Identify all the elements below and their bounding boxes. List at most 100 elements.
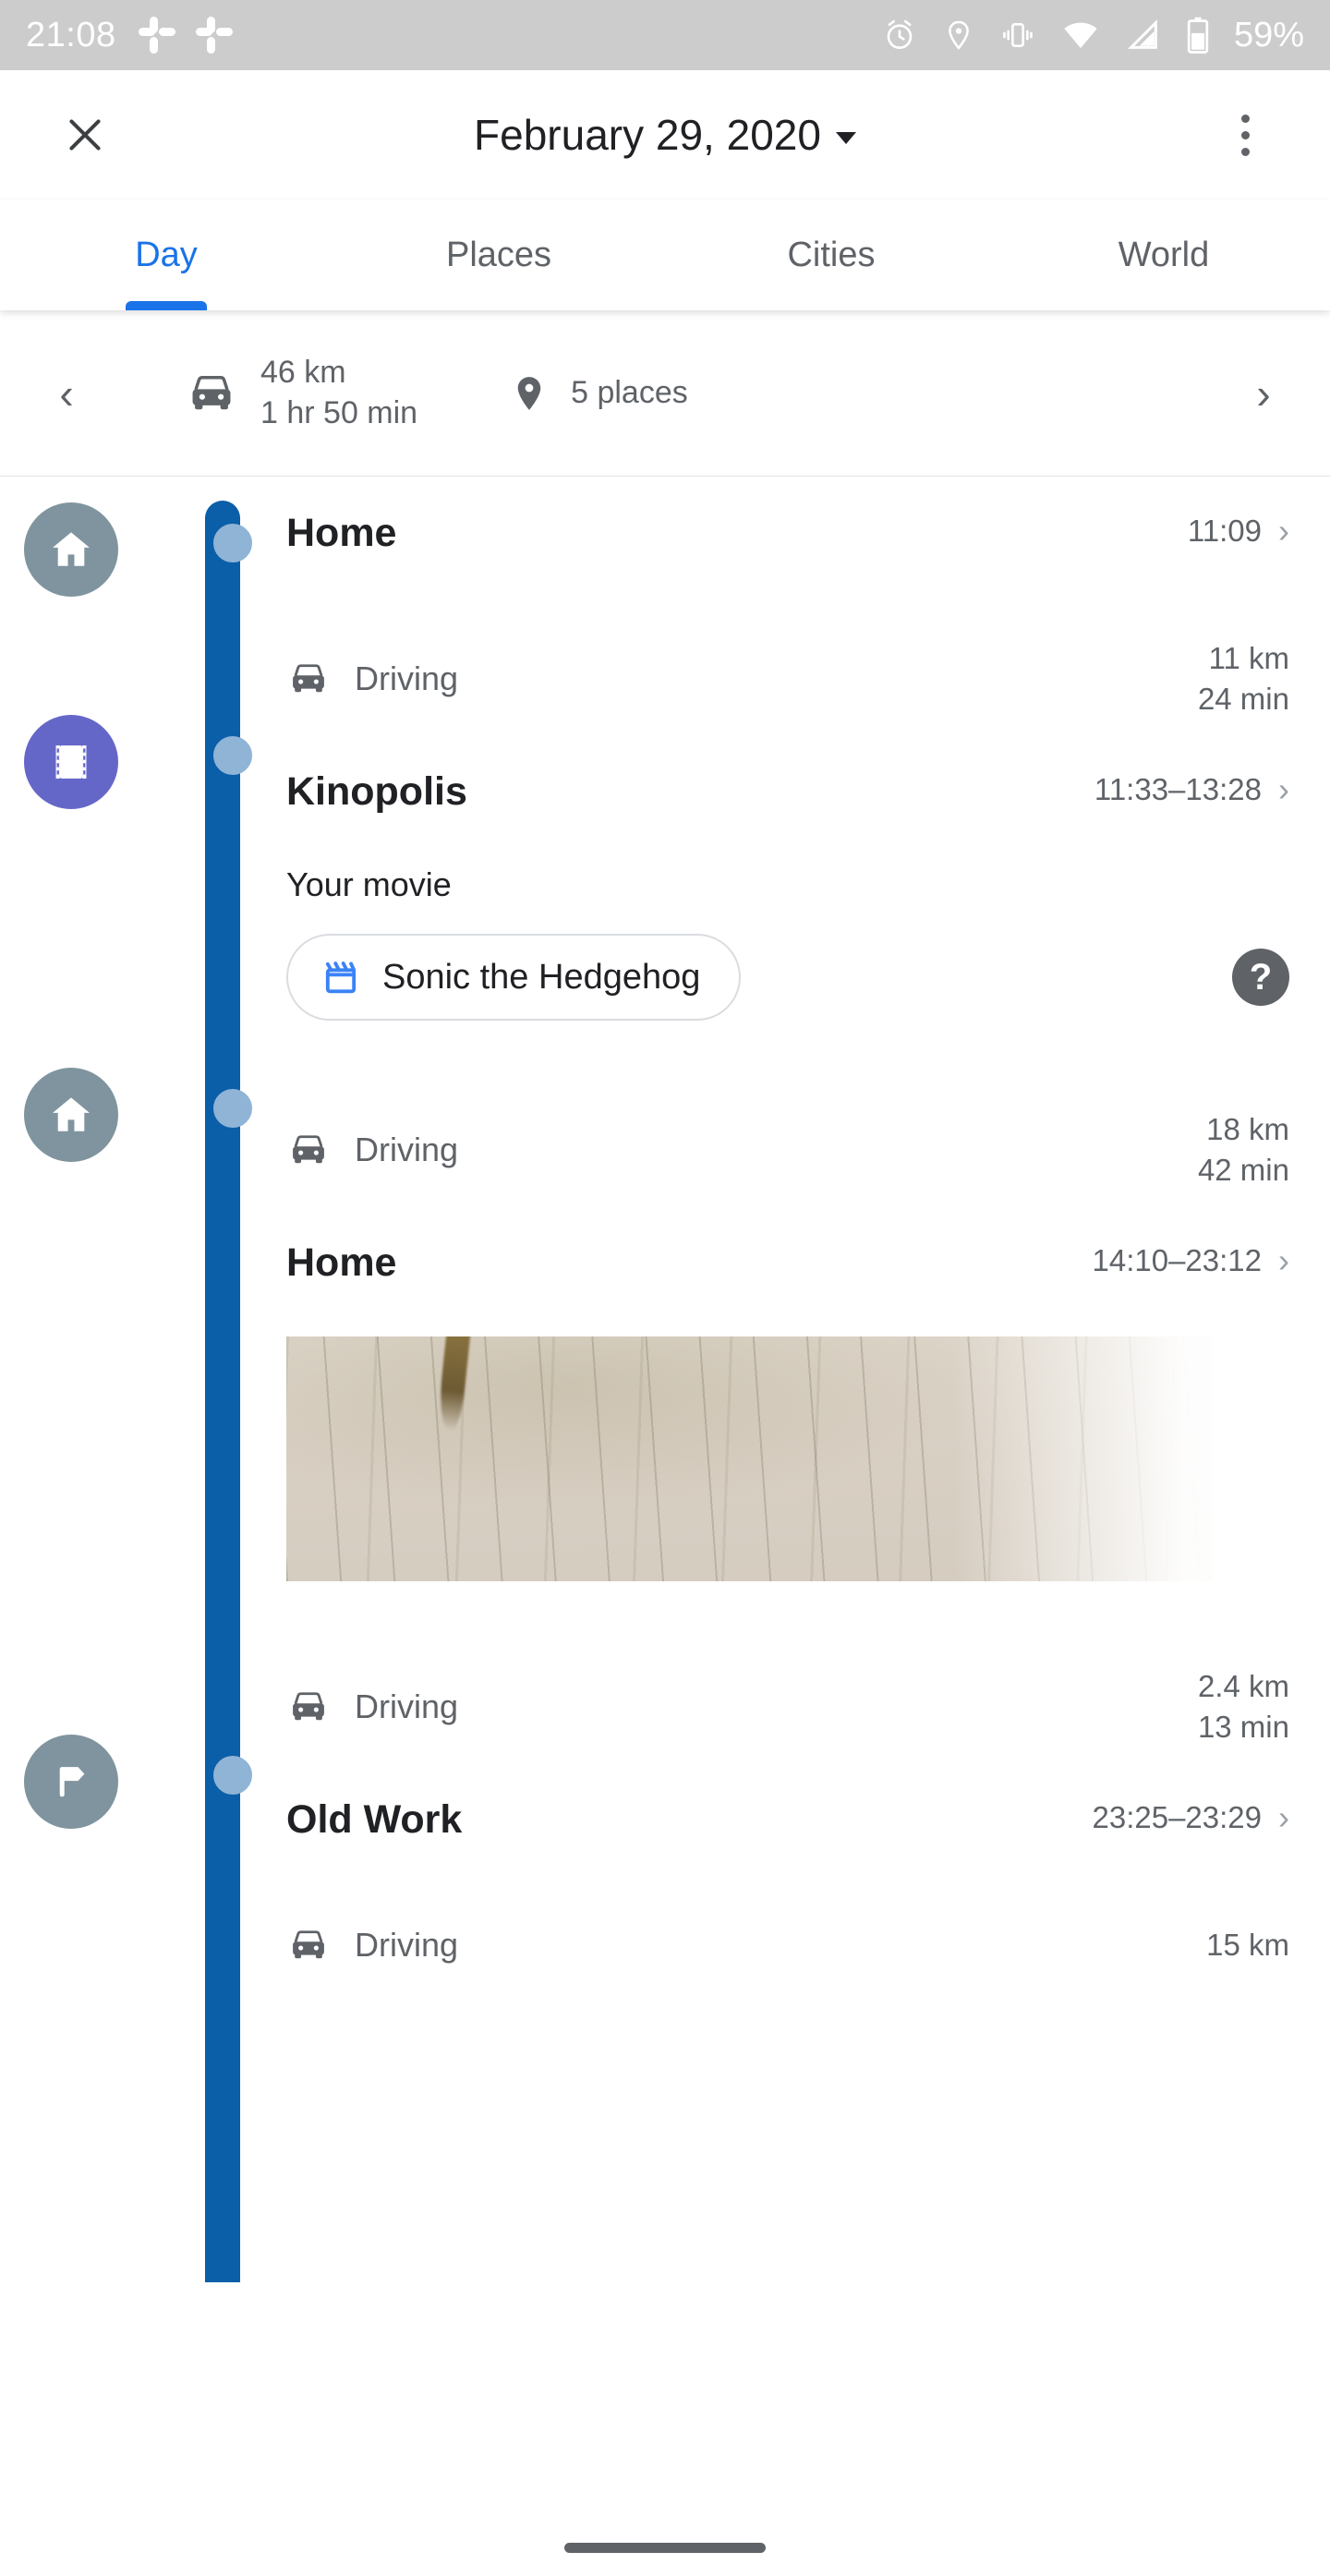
place-meta: 11:09 › xyxy=(1188,514,1289,549)
timeline-node xyxy=(213,1089,252,1128)
overflow-menu-icon xyxy=(1241,115,1250,156)
place-name: Old Work xyxy=(286,1800,462,1840)
close-button[interactable] xyxy=(52,102,118,168)
summary-distance-group: 46 km 1 hr 50 min xyxy=(185,353,417,433)
system-navigation-bar xyxy=(0,2519,1330,2576)
movie-chip-row: Sonic the Hedgehog ? xyxy=(0,904,1330,1021)
place-photo-strip xyxy=(0,1283,1330,1581)
summary-distance-duration: 46 km 1 hr 50 min xyxy=(260,353,417,433)
tab-bar: Day Places Cities World xyxy=(0,200,1330,310)
summary-distance: 46 km xyxy=(260,353,417,393)
place-name: Kinopolis xyxy=(286,772,467,812)
slack-notification-icon xyxy=(196,17,233,54)
alarm-icon xyxy=(881,17,918,54)
next-day-button[interactable]: › xyxy=(1238,372,1289,415)
movie-chip[interactable]: Sonic the Hedgehog xyxy=(286,934,741,1021)
summary-places-group: 5 places xyxy=(510,369,688,417)
travel-mode-label: Driving xyxy=(355,1926,458,1965)
timeline-place-old-work[interactable]: Old Work 23:25–23:29 › xyxy=(0,1747,1330,1840)
timeline-list: Home 11:09 › Driving 11 km 24 min xyxy=(0,477,1330,2282)
place-meta: 23:25–23:29 › xyxy=(1092,1800,1289,1835)
overflow-menu-button[interactable] xyxy=(1212,102,1278,168)
status-bar-system-icons: 59% xyxy=(881,16,1304,55)
travel-duration: 13 min xyxy=(1198,1707,1289,1748)
travel-distance: 15 km xyxy=(1206,1925,1289,1965)
home-indicator[interactable] xyxy=(564,2543,766,2553)
location-icon xyxy=(942,17,975,54)
timeline-place-home-1[interactable]: Home 11:09 › xyxy=(0,477,1330,553)
timeline-place-home-2[interactable]: Home 14:10–23:12 › xyxy=(0,1190,1330,1283)
timeline-travel-3[interactable]: Driving 2.4 km 13 min xyxy=(0,1581,1330,1747)
timeline-travel-1[interactable]: Driving 11 km 24 min xyxy=(0,553,1330,719)
status-bar: 21:08 59% xyxy=(0,0,1330,70)
travel-stats: 15 km xyxy=(1206,1925,1289,1965)
movie-clapper-icon xyxy=(320,956,362,998)
car-icon xyxy=(286,1132,331,1167)
travel-duration: 42 min xyxy=(1198,1150,1289,1191)
date-selector[interactable]: February 29, 2020 xyxy=(118,110,1212,160)
place-time: 23:25–23:29 xyxy=(1092,1800,1262,1835)
your-movie-label: Your movie xyxy=(0,812,1330,904)
travel-distance: 18 km xyxy=(1206,1109,1289,1150)
travel-mode-label: Driving xyxy=(355,1687,458,1726)
place-time: 14:10–23:12 xyxy=(1092,1243,1262,1278)
place-meta: 11:33–13:28 › xyxy=(1094,772,1289,807)
chevron-right-icon[interactable]: › xyxy=(1278,1801,1289,1834)
tab-world[interactable]: World xyxy=(998,200,1330,310)
app-header: February 29, 2020 xyxy=(0,70,1330,200)
travel-stats: 18 km 42 min xyxy=(1198,1109,1289,1190)
travel-mode-group: Driving xyxy=(286,1926,458,1965)
tab-day[interactable]: Day xyxy=(0,200,332,310)
place-meta: 14:10–23:12 › xyxy=(1092,1243,1289,1278)
car-icon xyxy=(286,1928,331,1963)
page-title: February 29, 2020 xyxy=(474,110,821,160)
summary-duration: 1 hr 50 min xyxy=(260,393,417,434)
timeline-travel-2[interactable]: Driving 18 km 42 min xyxy=(0,1021,1330,1190)
close-icon xyxy=(62,112,108,158)
chevron-down-icon xyxy=(836,132,856,144)
tab-cities[interactable]: Cities xyxy=(665,200,998,310)
battery-percent-label: 59% xyxy=(1234,16,1304,55)
summary-places-count: 5 places xyxy=(571,375,688,411)
place-photo[interactable] xyxy=(286,1336,1212,1581)
travel-mode-label: Driving xyxy=(355,659,458,698)
travel-mode-group: Driving xyxy=(286,1687,458,1726)
wifi-icon xyxy=(1060,17,1101,54)
cell-signal-icon xyxy=(1125,17,1162,54)
pin-icon xyxy=(510,369,549,417)
tab-cities-label: Cities xyxy=(787,236,875,275)
timeline-travel-4[interactable]: Driving 15 km xyxy=(0,1840,1330,1965)
tab-places-label: Places xyxy=(446,236,551,275)
tab-world-label: World xyxy=(1118,236,1210,275)
travel-duration: 24 min xyxy=(1198,679,1289,720)
status-bar-notification-icons xyxy=(139,17,233,54)
avatar-home[interactable] xyxy=(24,1068,118,1162)
travel-mode-group: Driving xyxy=(286,1131,458,1169)
car-icon xyxy=(286,661,331,696)
travel-stats: 11 km 24 min xyxy=(1198,638,1289,719)
home-icon xyxy=(47,1091,95,1139)
place-name: Home xyxy=(286,514,396,553)
travel-mode-group: Driving xyxy=(286,659,458,698)
chevron-right-icon[interactable]: › xyxy=(1278,1244,1289,1277)
place-time: 11:33–13:28 xyxy=(1094,772,1262,807)
chevron-right-icon[interactable]: › xyxy=(1278,773,1289,806)
car-icon xyxy=(185,372,238,415)
travel-stats: 2.4 km 13 min xyxy=(1198,1666,1289,1747)
travel-distance: 11 km xyxy=(1209,638,1289,679)
timeline-place-kinopolis[interactable]: Kinopolis 11:33–13:28 › xyxy=(0,719,1330,812)
day-summary-bar: ‹ 46 km 1 hr 50 min 5 places › xyxy=(0,310,1330,477)
chevron-right-icon[interactable]: › xyxy=(1278,514,1289,548)
tab-places[interactable]: Places xyxy=(332,200,665,310)
place-name: Home xyxy=(286,1243,396,1283)
status-bar-clock: 21:08 xyxy=(26,16,116,55)
place-time: 11:09 xyxy=(1188,514,1262,549)
help-button[interactable]: ? xyxy=(1232,949,1289,1006)
previous-day-button[interactable]: ‹ xyxy=(41,372,92,415)
travel-mode-label: Driving xyxy=(355,1131,458,1169)
car-icon xyxy=(286,1689,331,1724)
movie-chip-label: Sonic the Hedgehog xyxy=(382,958,700,998)
slack-notification-icon xyxy=(139,17,175,54)
vibrate-icon xyxy=(999,17,1036,54)
tab-day-label: Day xyxy=(135,236,198,275)
